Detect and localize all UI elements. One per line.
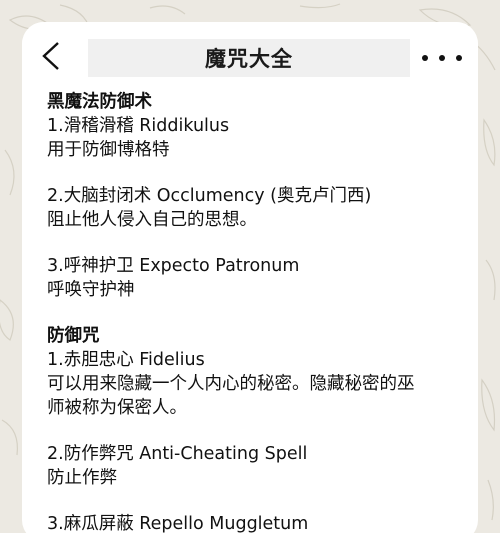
spell-title: 2.防作弊咒 Anti-Cheating Spell: [47, 444, 308, 464]
list-item: 2.防作弊咒 Anti-Cheating Spell 防止作弊: [47, 442, 467, 490]
section-heading: 黑魔法防御术: [47, 92, 152, 112]
more-horizontal-icon-dot-3: [456, 55, 462, 61]
section-defensive-charms: 防御咒 1.赤胆忠心 Fidelius 可以用来隐藏一个人内心的秘密。隐藏秘密的…: [47, 324, 467, 533]
back-button[interactable]: [36, 38, 68, 74]
chevron-left-icon: [42, 42, 59, 70]
more-horizontal-icon: [422, 55, 428, 61]
spell-title: 1.赤胆忠心 Fidelius: [47, 350, 205, 370]
list-item: 1.滑稽滑稽 Riddikulus 用于防御博格特: [47, 114, 467, 162]
spell-description: 呼唤守护神: [47, 280, 135, 300]
more-horizontal-icon-dot-2: [439, 55, 445, 61]
nav-bar: 魔咒大全: [22, 22, 478, 92]
app-screen: 魔咒大全 黑魔法防御术 1.滑稽滑稽 Riddikulus 用于防御博格特 2.…: [22, 22, 478, 533]
section-dark-arts-defense: 黑魔法防御术 1.滑稽滑稽 Riddikulus 用于防御博格特 2.大脑封闭术…: [47, 90, 467, 302]
spell-description: 用于防御博格特: [47, 140, 170, 160]
list-item: 2.大脑封闭术 Occlumency (奥克卢门西) 阻止他人侵入自己的思想。: [47, 184, 467, 232]
spell-description: 阻止他人侵入自己的思想。: [47, 210, 257, 230]
spell-description: 师被称为保密人。: [47, 398, 187, 418]
title-bar: 魔咒大全: [88, 39, 410, 77]
list-item: 3.呼神护卫 Expecto Patronum 呼唤守护神: [47, 254, 467, 302]
article-content: 黑魔法防御术 1.滑稽滑稽 Riddikulus 用于防御博格特 2.大脑封闭术…: [47, 90, 467, 533]
spell-title: 1.滑稽滑稽 Riddikulus: [47, 116, 230, 136]
spell-title: 3.麻瓜屏蔽 Repello Muggletum: [47, 514, 309, 533]
section-heading: 防御咒: [47, 326, 100, 346]
more-button[interactable]: [422, 48, 462, 68]
spell-title: 3.呼神护卫 Expecto Patronum: [47, 256, 300, 276]
spell-title: 2.大脑封闭术 Occlumency (奥克卢门西): [47, 186, 372, 206]
list-item: 1.赤胆忠心 Fidelius 可以用来隐藏一个人内心的秘密。隐藏秘密的巫 师被…: [47, 348, 467, 420]
spell-description: 防止作弊: [47, 468, 117, 488]
list-item: 3.麻瓜屏蔽 Repello Muggletum: [47, 512, 467, 533]
page-title: 魔咒大全: [205, 47, 293, 71]
spell-description: 可以用来隐藏一个人内心的秘密。隐藏秘密的巫: [47, 374, 415, 394]
